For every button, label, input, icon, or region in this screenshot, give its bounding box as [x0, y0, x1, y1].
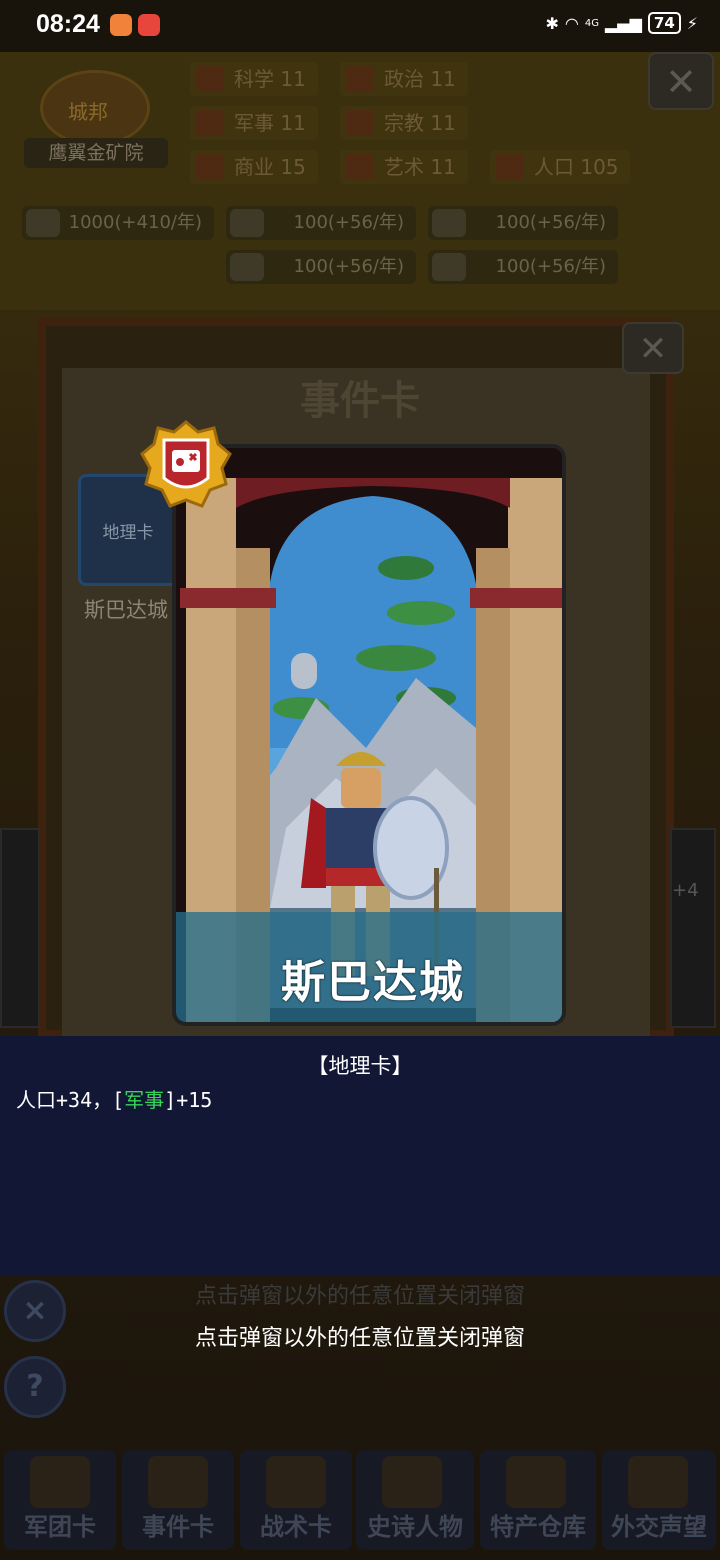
- health-app-icon: [110, 14, 132, 36]
- nav-epic-figures[interactable]: 史诗人物: [356, 1450, 474, 1550]
- geography-card[interactable]: 斯巴达城: [172, 444, 566, 1026]
- planet-icon: [196, 66, 224, 92]
- cloth-icon: [230, 253, 264, 281]
- event-card-thumbnail-name: 斯巴达城: [84, 598, 168, 622]
- city-name: 鹰翼金矿院: [24, 138, 168, 168]
- ore-icon: [432, 209, 466, 237]
- person-icon: [496, 154, 524, 180]
- resource-meat: 100(+56/年): [428, 250, 618, 284]
- mute-button[interactable]: ⨯: [4, 1280, 66, 1342]
- nav-event-cards[interactable]: 事件卡: [122, 1450, 234, 1550]
- wood-icon: [230, 209, 264, 237]
- wifi-icon: ◠: [564, 13, 579, 33]
- gold-coins-icon: [26, 209, 60, 237]
- map-badge-icon: [140, 420, 232, 508]
- stat-religion: 宗教 11: [340, 106, 468, 140]
- close-icon: ✕: [638, 329, 668, 369]
- nav-legion-cards[interactable]: 军团卡: [4, 1450, 116, 1550]
- nav-specialty-warehouse[interactable]: 特产仓库: [480, 1450, 596, 1550]
- charging-icon: ⚡: [686, 13, 698, 33]
- stat-art: 艺术 11: [340, 150, 468, 184]
- close-city-panel-button[interactable]: ✕: [648, 52, 714, 110]
- nav-diplomacy[interactable]: 外交声望: [602, 1450, 716, 1550]
- status-indicators: ✱ ◠ 4G ▂▄▆ 74 ⚡: [545, 12, 698, 34]
- network-type: 4G: [584, 17, 599, 29]
- event-dialog-title: 事件卡: [300, 378, 420, 424]
- nav-tactic-cards[interactable]: 战术卡: [240, 1450, 352, 1550]
- side-panel-right: [670, 828, 716, 1028]
- stat-population: 人口 105: [490, 150, 630, 184]
- fleur-icon: [346, 110, 374, 136]
- close-hint-shadow: 点击弹窗以外的任意位置关闭弹窗: [194, 1284, 525, 1309]
- help-button[interactable]: ?: [4, 1356, 66, 1418]
- chest-icon: [506, 1456, 566, 1508]
- stat-commerce: 商业 15: [190, 150, 318, 184]
- scroll-icon: [148, 1456, 208, 1508]
- shield-emblem-icon: [266, 1456, 326, 1508]
- card-effect-text: 人口+34，[军事]+15: [16, 1084, 212, 1113]
- meat-icon: [432, 253, 466, 281]
- battery-indicator: 74: [647, 12, 681, 34]
- resource-cloth: 100(+56/年): [226, 250, 416, 284]
- resource-ore: 100(+56/年): [428, 206, 618, 240]
- close-hint: 点击弹窗以外的任意位置关闭弹窗: [194, 1326, 525, 1351]
- card-effect-prefix: 人口+34，[: [16, 1088, 125, 1112]
- close-event-dialog-button[interactable]: ✕: [622, 322, 684, 374]
- close-icon: ✕: [665, 60, 697, 104]
- crown-icon: [382, 1456, 442, 1508]
- stat-politics: 政治 11: [340, 62, 468, 96]
- resource-wood: 100(+56/年): [226, 206, 416, 240]
- signal-icon: ▂▄▆: [604, 13, 642, 33]
- city-badge-label: 城邦: [68, 100, 108, 124]
- card-name: 斯巴达城: [281, 957, 465, 1008]
- side-right-value: +4: [672, 880, 699, 901]
- temple-icon: [346, 66, 374, 92]
- bluetooth-icon: ✱: [545, 13, 559, 33]
- resource-gold: 1000(+410/年): [22, 206, 214, 240]
- letter-icon: [628, 1456, 688, 1508]
- card-type-label: 【地理卡】: [307, 1054, 413, 1078]
- status-time: 08:24: [36, 10, 100, 38]
- lyre-icon: [346, 154, 374, 180]
- scales-icon: [196, 154, 224, 180]
- video-app-icon: [138, 14, 160, 36]
- helmet-icon: [30, 1456, 90, 1508]
- card-effect-highlight: 军事: [124, 1088, 165, 1112]
- question-icon: ?: [26, 1369, 44, 1404]
- stat-science: 科学 11: [190, 62, 318, 96]
- status-bar: 08:24 ✱ ◠ 4G ▂▄▆ 74 ⚡: [0, 0, 720, 52]
- crossed-swords-icon: [196, 110, 224, 136]
- stat-military: 军事 11: [190, 106, 318, 140]
- side-panel-left: [0, 828, 40, 1028]
- card-effect-suffix: ]+15: [164, 1088, 213, 1112]
- event-card-thumbnail-type: 地理卡: [102, 523, 154, 543]
- speaker-muted-icon: ⨯: [22, 1293, 48, 1328]
